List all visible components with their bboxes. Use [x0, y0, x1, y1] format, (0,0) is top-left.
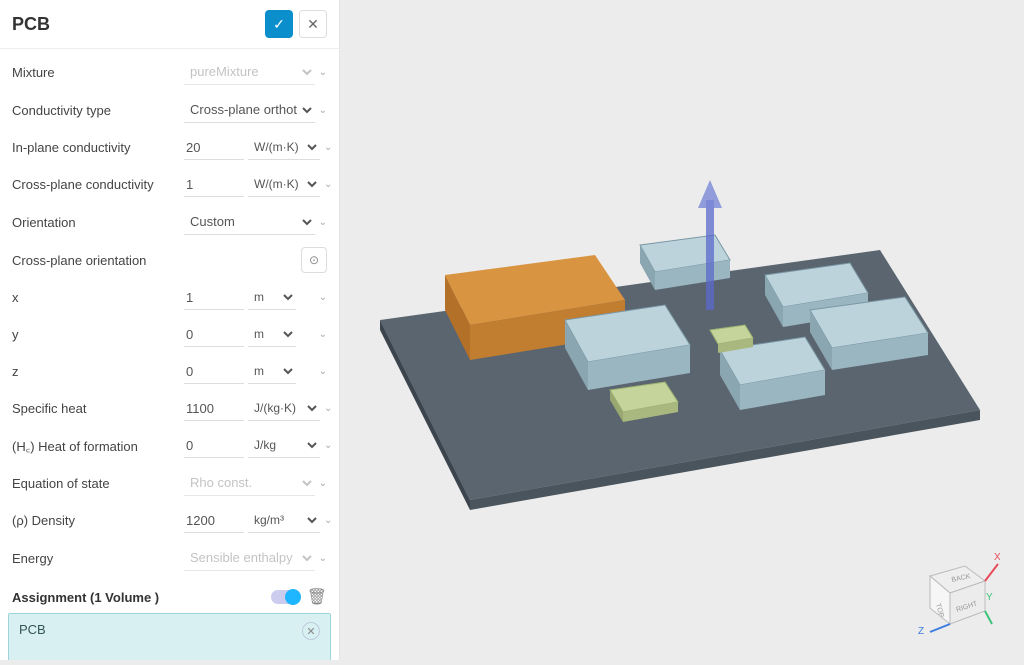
cross-plane-cond-input[interactable]	[184, 173, 244, 197]
conductivity-type-select[interactable]: Cross-plane orthot	[184, 97, 315, 123]
density-input[interactable]	[184, 509, 244, 533]
orientation-arrow-head	[698, 180, 722, 208]
chevron-down-icon: ⌄	[319, 329, 327, 340]
cross-plane-cond-row: Cross-plane conductivity W/(m·K) ⌄	[0, 166, 339, 203]
x-axis-line	[985, 564, 998, 581]
conductivity-type-label: Conductivity type	[12, 103, 184, 118]
chevron-down-icon: ⌄	[319, 366, 327, 377]
chevron-down-icon: ⌄	[319, 478, 327, 489]
pick-orientation-button[interactable]: ⊙	[301, 247, 327, 273]
z-row: z m ⌄	[0, 353, 339, 390]
in-plane-cond-input[interactable]	[184, 136, 244, 160]
specific-heat-label: Specific heat	[12, 401, 184, 416]
heat-formation-input[interactable]	[184, 434, 244, 458]
cross-plane-orient-row: Cross-plane orientation ⊙	[0, 241, 339, 279]
trash-icon: 🗑	[307, 589, 327, 606]
cross-plane-orient-label: Cross-plane orientation	[12, 253, 184, 268]
in-plane-cond-unit[interactable]: W/(m·K)	[248, 135, 320, 160]
y-input[interactable]	[184, 323, 244, 347]
chevron-down-icon: ⌄	[319, 292, 327, 303]
specific-heat-unit[interactable]: J/(kg·K)	[248, 396, 320, 421]
chevron-down-icon: ⌄	[319, 105, 327, 116]
z-input[interactable]	[184, 360, 244, 384]
chevron-down-icon: ⌄	[324, 179, 332, 190]
confirm-button[interactable]: ✓	[265, 10, 293, 38]
properties-panel: PCB ✓ ✕ Mixture pureMixture ⌄ Conductivi…	[0, 0, 340, 660]
close-panel-button[interactable]: ✕	[299, 10, 327, 38]
orientation-select[interactable]: Custom	[184, 209, 315, 235]
x-axis-label: X	[994, 552, 1000, 563]
y-row: y m ⌄	[0, 316, 339, 353]
specific-heat-input[interactable]	[184, 397, 244, 421]
mixture-label: Mixture	[12, 65, 184, 80]
heat-formation-label: (H꜀) Heat of formation	[12, 437, 184, 455]
x-row: x m ⌄	[0, 279, 339, 316]
assignment-header: Assignment (1 Volume ) 🗑	[0, 577, 339, 613]
panel-header: PCB ✓ ✕	[0, 0, 339, 49]
close-icon: ✕	[307, 16, 319, 33]
x-input[interactable]	[184, 286, 244, 310]
y-unit[interactable]: m	[248, 322, 296, 347]
x-unit[interactable]: m	[248, 285, 296, 310]
z-axis-label: Z	[918, 626, 924, 636]
eos-label: Equation of state	[12, 476, 184, 491]
in-plane-cond-label: In-plane conductivity	[12, 140, 184, 155]
target-icon: ⊙	[309, 253, 319, 267]
eos-select[interactable]: Rho const.	[184, 470, 315, 496]
chevron-down-icon: ⌄	[324, 403, 332, 414]
in-plane-cond-row: In-plane conductivity W/(m·K) ⌄	[0, 129, 339, 166]
chevron-down-icon: ⌄	[324, 440, 332, 451]
cross-plane-cond-unit[interactable]: W/(m·K)	[248, 172, 320, 197]
chevron-down-icon: ⌄	[319, 553, 327, 564]
energy-select[interactable]: Sensible enthalpy	[184, 545, 315, 571]
chevron-down-icon: ⌄	[319, 217, 327, 228]
z-unit[interactable]: m	[248, 359, 296, 384]
assignment-box: PCB ✕	[8, 613, 331, 660]
orientation-label: Orientation	[12, 215, 184, 230]
specific-heat-row: Specific heat J/(kg·K) ⌄	[0, 390, 339, 427]
chevron-down-icon: ⌄	[324, 515, 332, 526]
cross-plane-cond-label: Cross-plane conductivity	[12, 177, 184, 192]
check-icon: ✓	[273, 16, 285, 33]
delete-assignment-button[interactable]: 🗑	[307, 587, 327, 607]
navigation-cube[interactable]: BACK TOP RIGHT X Y Z	[910, 546, 1000, 636]
energy-row: Energy Sensible enthalpy ⌄	[0, 539, 339, 577]
chevron-down-icon: ⌄	[319, 67, 327, 78]
eos-row: Equation of state Rho const. ⌄	[0, 464, 339, 502]
chevron-down-icon: ⌄	[324, 142, 332, 153]
density-row: (ρ) Density kg/m³ ⌄	[0, 502, 339, 539]
mixture-row: Mixture pureMixture ⌄	[0, 53, 339, 91]
density-label: (ρ) Density	[12, 513, 184, 528]
z-label: z	[12, 364, 184, 379]
3d-viewport[interactable]: BACK TOP RIGHT X Y Z	[340, 0, 1024, 660]
conductivity-type-row: Conductivity type Cross-plane orthot ⌄	[0, 91, 339, 129]
density-unit[interactable]: kg/m³	[248, 508, 320, 533]
close-icon: ✕	[306, 625, 315, 638]
z-axis-line	[930, 624, 950, 632]
orientation-row: Orientation Custom ⌄	[0, 203, 339, 241]
x-label: x	[12, 290, 184, 305]
y-axis-line	[985, 611, 992, 624]
remove-assignment-item-button[interactable]: ✕	[302, 622, 320, 640]
energy-label: Energy	[12, 551, 184, 566]
heat-formation-unit[interactable]: J/kg	[248, 433, 320, 458]
y-axis-label: Y	[986, 592, 993, 603]
heat-formation-row: (H꜀) Heat of formation J/kg ⌄	[0, 427, 339, 464]
panel-title: PCB	[12, 14, 265, 35]
assignment-item[interactable]: PCB	[19, 622, 302, 637]
panel-body[interactable]: Mixture pureMixture ⌄ Conductivity type …	[0, 49, 339, 660]
assignment-label: Assignment (1 Volume )	[12, 590, 263, 605]
assignment-toggle[interactable]	[271, 590, 299, 604]
mixture-select[interactable]: pureMixture	[184, 59, 315, 85]
y-label: y	[12, 327, 184, 342]
